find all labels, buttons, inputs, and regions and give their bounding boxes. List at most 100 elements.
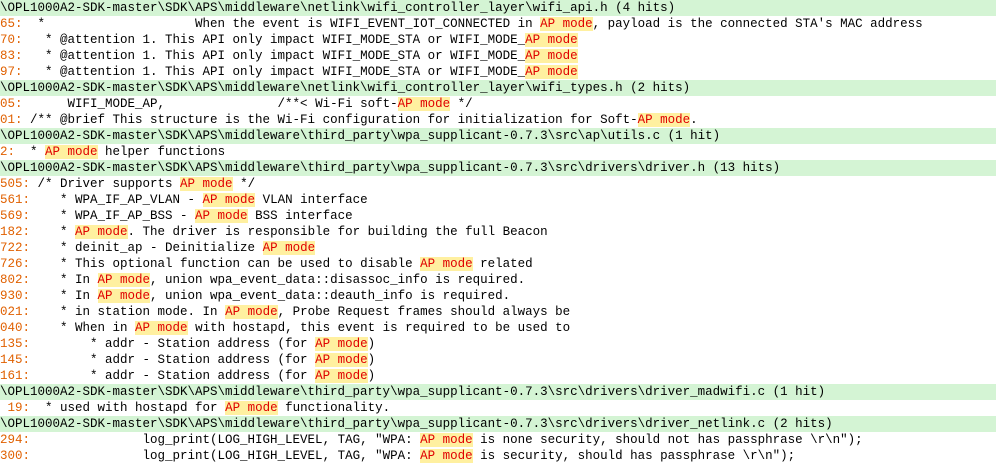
line-number: 70: (0, 33, 23, 47)
line-code: * @attention 1. This API only impact WIF… (22, 65, 526, 79)
line-number: 726: (0, 257, 31, 271)
file-header[interactable]: \OPL1000A2-SDK-master\SDK\APS\middleware… (0, 160, 996, 176)
match-highlight: AP mode (420, 433, 473, 447)
line-number: 161: (0, 369, 31, 383)
line-number: 300: (0, 449, 31, 463)
line-number: 05: (0, 97, 23, 111)
match-highlight: AP mode (420, 449, 473, 463)
result-line[interactable]: 05: WIFI_MODE_AP, /**< Wi-Fi soft-AP mod… (0, 96, 996, 112)
result-line[interactable]: 135: * addr - Station address (for AP mo… (0, 336, 996, 352)
line-code: * addr - Station address (for (30, 353, 316, 367)
file-header[interactable]: \OPL1000A2-SDK-master\SDK\APS\middleware… (0, 416, 996, 432)
line-number: 65: (0, 17, 23, 31)
result-line[interactable]: 65: * When the event is WIFI_EVENT_IOT_C… (0, 16, 996, 32)
match-highlight: AP mode (525, 49, 578, 63)
line-code-rest: related (472, 257, 533, 271)
line-code: * addr - Station address (for (30, 337, 316, 351)
line-number: 19: (0, 401, 31, 415)
line-code: * @attention 1. This API only impact WIF… (22, 49, 526, 63)
line-code: * In (30, 273, 98, 287)
line-code-rest: */ (450, 97, 473, 111)
file-header[interactable]: \OPL1000A2-SDK-master\SDK\APS\middleware… (0, 0, 996, 16)
result-line[interactable]: 145: * addr - Station address (for AP mo… (0, 352, 996, 368)
line-number: 569: (0, 209, 31, 223)
result-line[interactable]: 722: * deinit_ap - Deinitialize AP mode (0, 240, 996, 256)
match-highlight: AP mode (315, 337, 368, 351)
result-line[interactable]: 2: * AP mode helper functions (0, 144, 996, 160)
match-highlight: AP mode (180, 177, 233, 191)
result-line[interactable]: 569: * WPA_IF_AP_BSS - AP mode BSS inter… (0, 208, 996, 224)
line-code: * In (30, 289, 98, 303)
match-highlight: AP mode (135, 321, 188, 335)
result-line[interactable]: 182: * AP mode. The driver is responsibl… (0, 224, 996, 240)
match-highlight: AP mode (262, 241, 316, 255)
line-code: log_print(LOG_HIGH_LEVEL, TAG, "WPA: (30, 449, 421, 463)
result-line[interactable]: 040: * When in AP mode with hostapd, thi… (0, 320, 996, 336)
result-line[interactable]: 161: * addr - Station address (for AP mo… (0, 368, 996, 384)
match-highlight: AP mode (397, 97, 451, 111)
match-highlight: AP mode (525, 65, 578, 79)
line-code-rest: ) (367, 369, 376, 383)
match-highlight: AP mode (225, 305, 278, 319)
line-code-rest: */ (232, 177, 256, 191)
line-number: 040: (0, 321, 31, 335)
result-line[interactable]: 930: * In AP mode, union wpa_event_data:… (0, 288, 996, 304)
match-highlight: AP mode (45, 145, 98, 159)
line-number: 294: (0, 433, 31, 447)
file-header[interactable]: \OPL1000A2-SDK-master\SDK\APS\middleware… (0, 80, 996, 96)
result-line[interactable]: 802: * In AP mode, union wpa_event_data:… (0, 272, 996, 288)
result-line[interactable]: 561: * WPA_IF_AP_VLAN - AP mode VLAN int… (0, 192, 996, 208)
result-line[interactable]: 97: * @attention 1. This API only impact… (0, 64, 996, 80)
line-code-rest: ) (367, 353, 376, 367)
line-code-rest: BSS interface (247, 209, 353, 223)
result-line[interactable]: 70: * @attention 1. This API only impact… (0, 32, 996, 48)
match-highlight: AP mode (525, 33, 578, 47)
line-number: 145: (0, 353, 31, 367)
line-code-rest: , Probe Request frames should always be (277, 305, 571, 319)
match-highlight: AP mode (637, 113, 691, 127)
result-line[interactable]: 83: * @attention 1. This API only impact… (0, 48, 996, 64)
match-highlight: AP mode (225, 401, 278, 415)
match-highlight: AP mode (420, 257, 473, 271)
result-line[interactable]: 505: /* Driver supports AP mode */ (0, 176, 996, 192)
result-line[interactable]: 19: * used with hostapd for AP mode func… (0, 400, 996, 416)
result-line[interactable]: 021: * in station mode. In AP mode, Prob… (0, 304, 996, 320)
line-code-rest: is security, should has passphrase \r\n"… (472, 449, 796, 463)
line-number: 930: (0, 289, 31, 303)
line-code-rest: ) (367, 337, 376, 351)
line-number: 135: (0, 337, 31, 351)
line-code-rest: VLAN interface (255, 193, 368, 207)
line-code: * addr - Station address (for (30, 369, 316, 383)
line-code-rest: helper functions (97, 145, 226, 159)
line-code: WIFI_MODE_AP, /**< Wi-Fi soft- (22, 97, 398, 111)
line-code-rest: functionality. (277, 401, 391, 415)
match-highlight: AP mode (75, 225, 128, 239)
line-code: * (30, 225, 76, 239)
match-highlight: AP mode (540, 17, 593, 31)
line-code: * When the event is WIFI_EVENT_IOT_CONNE… (22, 17, 541, 31)
result-line[interactable]: 01: /** @brief This structure is the Wi-… (0, 112, 996, 128)
line-code: * (15, 145, 46, 159)
line-code: * @attention 1. This API only impact WIF… (22, 33, 526, 47)
line-code-rest: is none security, should not has passphr… (472, 433, 863, 447)
result-line[interactable]: 726: * This optional function can be use… (0, 256, 996, 272)
line-code: * This optional function can be used to … (30, 257, 421, 271)
line-number: 97: (0, 65, 23, 79)
line-number: 021: (0, 305, 31, 319)
file-header[interactable]: \OPL1000A2-SDK-master\SDK\APS\middleware… (0, 384, 996, 400)
match-highlight: AP mode (315, 369, 368, 383)
result-line[interactable]: 294: log_print(LOG_HIGH_LEVEL, TAG, "WPA… (0, 432, 996, 448)
search-results-panel: \OPL1000A2-SDK-master\SDK\APS\middleware… (0, 0, 996, 465)
match-highlight: AP mode (97, 289, 151, 303)
line-code-rest: , union wpa_event_data::deauth_info is r… (150, 289, 511, 303)
result-line[interactable]: 300: log_print(LOG_HIGH_LEVEL, TAG, "WPA… (0, 448, 996, 464)
match-highlight: AP mode (195, 209, 248, 223)
line-code: * WPA_IF_AP_VLAN - (30, 193, 203, 207)
line-code: /** @brief This structure is the Wi-Fi c… (22, 113, 638, 127)
line-code-rest: , union wpa_event_data::disassoc_info is… (150, 273, 526, 287)
line-code: * When in (30, 321, 136, 335)
match-highlight: AP mode (97, 273, 151, 287)
line-number: 2: (0, 145, 16, 159)
file-header[interactable]: \OPL1000A2-SDK-master\SDK\APS\middleware… (0, 128, 996, 144)
match-highlight: AP mode (315, 353, 368, 367)
